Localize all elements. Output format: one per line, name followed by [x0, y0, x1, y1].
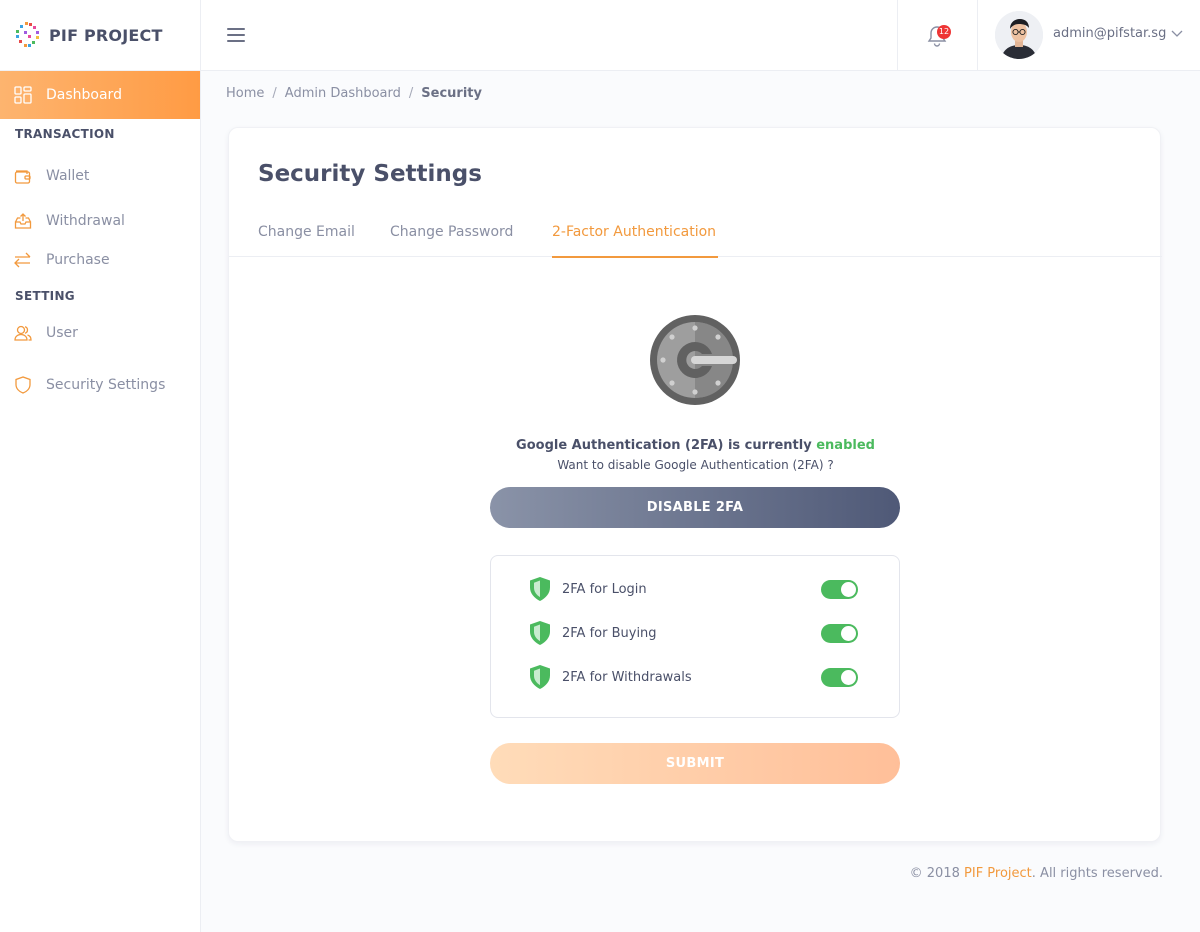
- sidebar-item-label: User: [46, 325, 78, 341]
- shield-check-icon: [530, 621, 550, 645]
- dashboard-grid-icon: [14, 86, 32, 104]
- tab-2fa[interactable]: 2-Factor Authentication: [552, 224, 719, 258]
- nav-section-setting: SETTING: [15, 289, 75, 303]
- sidebar-item-label: Wallet: [46, 168, 90, 184]
- security-settings-card: Security Settings Change Email Change Pa…: [228, 127, 1162, 842]
- 2fa-login-switch[interactable]: [821, 579, 858, 599]
- 2fa-options-panel: 2FA for Login 2FA for Buying 2FA for Wit…: [490, 555, 900, 718]
- sidebar-item-dashboard[interactable]: Dashboard: [0, 71, 200, 119]
- top-header: 12 admin@pifstar.sg: [201, 0, 1200, 71]
- shield-check-icon: [530, 577, 550, 601]
- sidebar-item-user[interactable]: User: [0, 315, 200, 351]
- menu-toggle-icon[interactable]: [227, 28, 245, 44]
- toggle-row-login: 2FA for Login: [528, 576, 858, 602]
- breadcrumb-admin-dashboard[interactable]: Admin Dashboard: [285, 86, 401, 101]
- withdrawal-tray-icon: [14, 212, 32, 230]
- pif-logo-icon: [16, 22, 39, 47]
- notification-badge: 12: [937, 25, 951, 39]
- toggle-label: 2FA for Buying: [562, 625, 657, 641]
- toggle-label: 2FA for Withdrawals: [562, 669, 692, 685]
- disable-2fa-button[interactable]: DISABLE 2FA: [490, 487, 900, 528]
- avatar[interactable]: [995, 11, 1043, 59]
- header-divider: [977, 0, 978, 71]
- disable-prompt-text: Want to disable Google Authentication (2…: [557, 458, 834, 472]
- submit-button[interactable]: SUBMIT: [490, 743, 900, 784]
- breadcrumb-current: Security: [421, 86, 482, 101]
- page-title: Security Settings: [258, 161, 482, 187]
- brand-name: PIF PROJECT: [49, 25, 163, 45]
- 2fa-buying-switch[interactable]: [821, 623, 858, 643]
- sidebar-item-purchase[interactable]: Purchase: [0, 242, 200, 278]
- user-email[interactable]: admin@pifstar.sg: [1053, 26, 1166, 41]
- brand[interactable]: PIF PROJECT: [0, 0, 200, 71]
- header-divider: [897, 0, 898, 71]
- sidebar-item-label: Security Settings: [46, 377, 166, 393]
- settings-tabs: Change Email Change Password 2-Factor Au…: [229, 224, 1162, 258]
- footer-brand-link[interactable]: PIF Project: [964, 866, 1032, 881]
- chevron-down-icon[interactable]: [1171, 28, 1183, 38]
- breadcrumb: Home / Admin Dashboard / Security: [226, 86, 482, 101]
- exchange-arrows-icon: [14, 251, 32, 269]
- shield-icon: [14, 376, 32, 394]
- 2fa-status-value: enabled: [816, 438, 875, 453]
- sidebar-item-withdrawal[interactable]: Withdrawal: [0, 203, 200, 239]
- sidebar-item-label: Withdrawal: [46, 213, 125, 229]
- 2fa-status-text: Google Authentication (2FA) is currently…: [516, 438, 875, 453]
- sidebar-item-label: Purchase: [46, 252, 110, 268]
- sidebar-item-security-settings[interactable]: Security Settings: [0, 367, 200, 403]
- shield-check-icon: [530, 665, 550, 689]
- tab-change-email[interactable]: Change Email: [258, 224, 355, 257]
- breadcrumb-separator: /: [272, 86, 277, 101]
- toggle-row-withdrawals: 2FA for Withdrawals: [528, 664, 858, 690]
- sidebar-item-label: Dashboard: [46, 87, 122, 103]
- sidebar: PIF PROJECT Dashboard TRANSACTION Wallet: [0, 0, 201, 932]
- google-authenticator-icon: [650, 315, 740, 405]
- users-icon: [14, 324, 32, 342]
- toggle-row-buying: 2FA for Buying: [528, 620, 858, 646]
- footer: © 2018 PIF Project. All rights reserved.: [909, 866, 1163, 881]
- breadcrumb-home[interactable]: Home: [226, 86, 264, 101]
- nav-section-transaction: TRANSACTION: [15, 127, 115, 141]
- breadcrumb-separator: /: [408, 86, 414, 101]
- 2fa-withdrawals-switch[interactable]: [821, 667, 858, 687]
- toggle-label: 2FA for Login: [562, 581, 647, 597]
- sidebar-item-wallet[interactable]: Wallet: [0, 158, 200, 194]
- tab-change-password[interactable]: Change Password: [390, 224, 513, 257]
- wallet-icon: [14, 167, 32, 185]
